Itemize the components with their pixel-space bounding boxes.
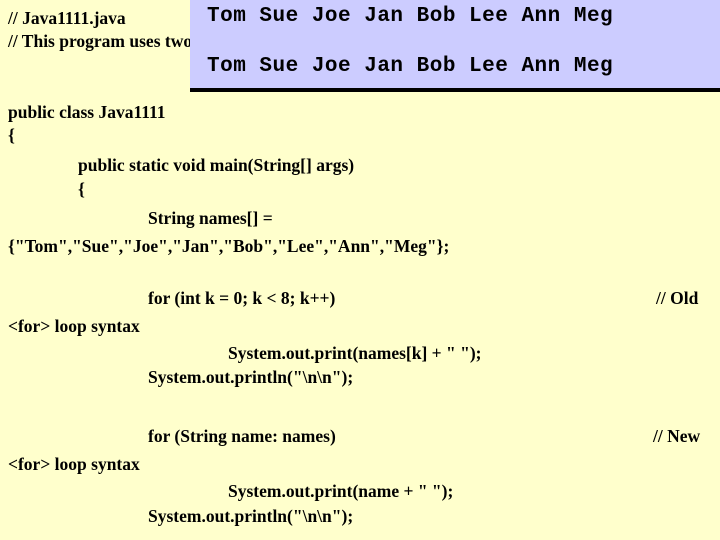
code-line: <for> loop syntax (8, 454, 140, 474)
code-line: System.out.print(names[k] + " "); (228, 343, 482, 363)
code-line: <for> loop syntax (8, 316, 140, 336)
code-line: String names[] = (148, 208, 273, 228)
code-line: public class Java1111 (8, 102, 166, 122)
code-line: System.out.print(name + " "); (228, 481, 454, 501)
code-line: for (int k = 0; k < 8; k++) (148, 288, 336, 308)
code-line: { (8, 125, 15, 145)
code-line: {"Tom","Sue","Joe","Jan","Bob","Lee","An… (8, 236, 450, 256)
code-line: public static void main(String[] args) (78, 155, 355, 175)
output-line-new-loop: Tom Sue Joe Jan Bob Lee Ann Meg (207, 55, 614, 78)
code-line: System.out.println("\n\n"); (148, 506, 354, 526)
code-line: for (String name: names) (148, 426, 336, 446)
code-line: System.out.println("\n\n"); (148, 367, 354, 387)
slide-canvas: // Java1111.java // This program uses tw… (0, 0, 720, 540)
program-output-panel: Tom Sue Joe Jan Bob Lee Ann Meg Tom Sue … (190, 0, 720, 92)
code-line: // Java1111.java (8, 8, 126, 28)
code-line: { (78, 179, 85, 199)
code-comment-old: // Old (656, 288, 699, 308)
output-line-old-loop: Tom Sue Joe Jan Bob Lee Ann Meg (207, 5, 614, 28)
code-comment-new: // New (653, 426, 701, 446)
